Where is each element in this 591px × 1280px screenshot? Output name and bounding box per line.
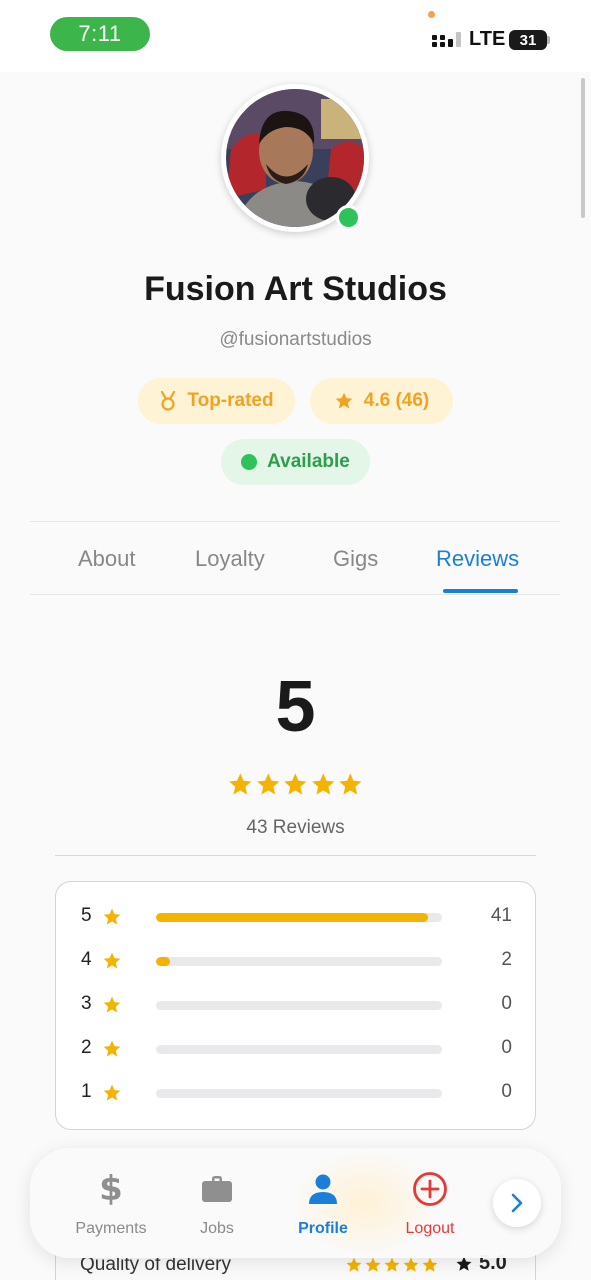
rating-badge: 4.6 (46) [310,378,453,424]
medal-icon [161,391,176,411]
availability-label: Available [267,451,350,472]
tab-reviews[interactable]: Reviews [436,546,519,572]
rating-row: 20 [56,1034,537,1064]
network-label: LTE [469,28,506,50]
star-icon [103,1040,121,1057]
star-icon [103,952,121,969]
rating-row: 30 [56,990,537,1020]
quality-stars [345,1256,440,1274]
rating-row-stars: 1 [81,1081,92,1102]
average-rating: 5 [275,667,316,747]
rating-bar-track [156,913,442,922]
rating-row-count: 41 [490,905,512,926]
rating-breakdown-card: 5 41 4 2 3 0 2 0 1 0 [55,881,536,1130]
signal-icon [432,32,461,47]
rating-bar-fill [156,913,428,922]
nav-logout-label: Logout [405,1220,455,1237]
battery-level: 31 [519,31,537,49]
rating-row-stars: 5 [81,905,92,926]
star-icon [384,1257,400,1272]
briefcase-icon [167,1170,267,1208]
available-dot-icon [241,454,258,470]
chevron-right-icon [511,1193,523,1213]
availability-badge: Available [221,439,370,485]
battery-icon: 31 [509,30,547,50]
rating-row: 42 [56,946,537,976]
rating-row: 5 41 [56,902,537,932]
active-tab-indicator [443,589,518,593]
nav-profile-label: Profile [298,1220,348,1237]
summary-stars [227,771,364,801]
bottom-nav: $ Payments Jobs Profile Logout [30,1148,561,1258]
battery-cap [547,36,550,44]
tab-about[interactable]: About [78,546,136,572]
online-status-dot [336,205,361,230]
nav-jobs-label: Jobs [200,1220,234,1237]
summary-divider [55,855,536,856]
rating-row-stars: 3 [81,993,92,1014]
rating-row-count: 0 [501,1037,512,1058]
logout-icon [380,1170,480,1208]
rating-bar-track [156,957,442,966]
dollar-icon: $ [99,1169,123,1209]
rating-bar-track [156,1001,442,1010]
star-icon [103,996,121,1013]
star-icon [346,1257,362,1272]
profile-name: Fusion Art Studios [144,270,447,308]
nav-next-button[interactable] [493,1179,541,1227]
status-time: 7:11 [50,17,150,51]
review-count: 43 Reviews [246,817,345,838]
status-bar: 7:11 LTE 31 [0,0,591,72]
top-rated-badge: Top-rated [138,378,295,424]
rating-bar-track [156,1045,442,1054]
nav-payments-label: Payments [75,1220,147,1237]
scrollbar[interactable] [581,78,585,218]
tab-gigs[interactable]: Gigs [333,546,378,572]
star-icon [339,773,362,795]
nav-payments[interactable]: $ Payments [61,1169,161,1238]
star-icon [284,773,307,795]
nav-jobs[interactable]: Jobs [167,1170,267,1238]
rating-row-count: 0 [501,1081,512,1102]
profile-handle: @fusionartstudios [219,329,372,350]
rating-row-stars: 2 [81,1037,92,1058]
rating-label: 4.6 (46) [363,390,430,411]
profile-tabs: About Loyalty Gigs Reviews [30,521,560,595]
star-icon [422,1257,438,1272]
rating-bar-fill [156,957,171,966]
star-icon [103,1084,121,1101]
privacy-indicator [428,11,435,18]
star-icon [335,392,353,409]
nav-logout[interactable]: Logout [380,1170,480,1238]
rating-row-stars: 4 [81,949,92,970]
rating-row: 10 [56,1078,537,1108]
star-icon [365,1257,381,1272]
rating-row-count: 0 [501,993,512,1014]
tab-loyalty[interactable]: Loyalty [195,546,265,572]
star-icon [311,773,335,795]
star-icon [103,908,121,925]
rating-row-count: 2 [501,949,512,970]
star-icon [229,773,252,795]
star-icon [256,773,279,795]
rating-bar-track [156,1089,442,1098]
nav-profile[interactable]: Profile [273,1170,373,1238]
top-rated-label: Top-rated [187,390,274,411]
person-icon [273,1170,373,1208]
star-icon [403,1257,419,1272]
